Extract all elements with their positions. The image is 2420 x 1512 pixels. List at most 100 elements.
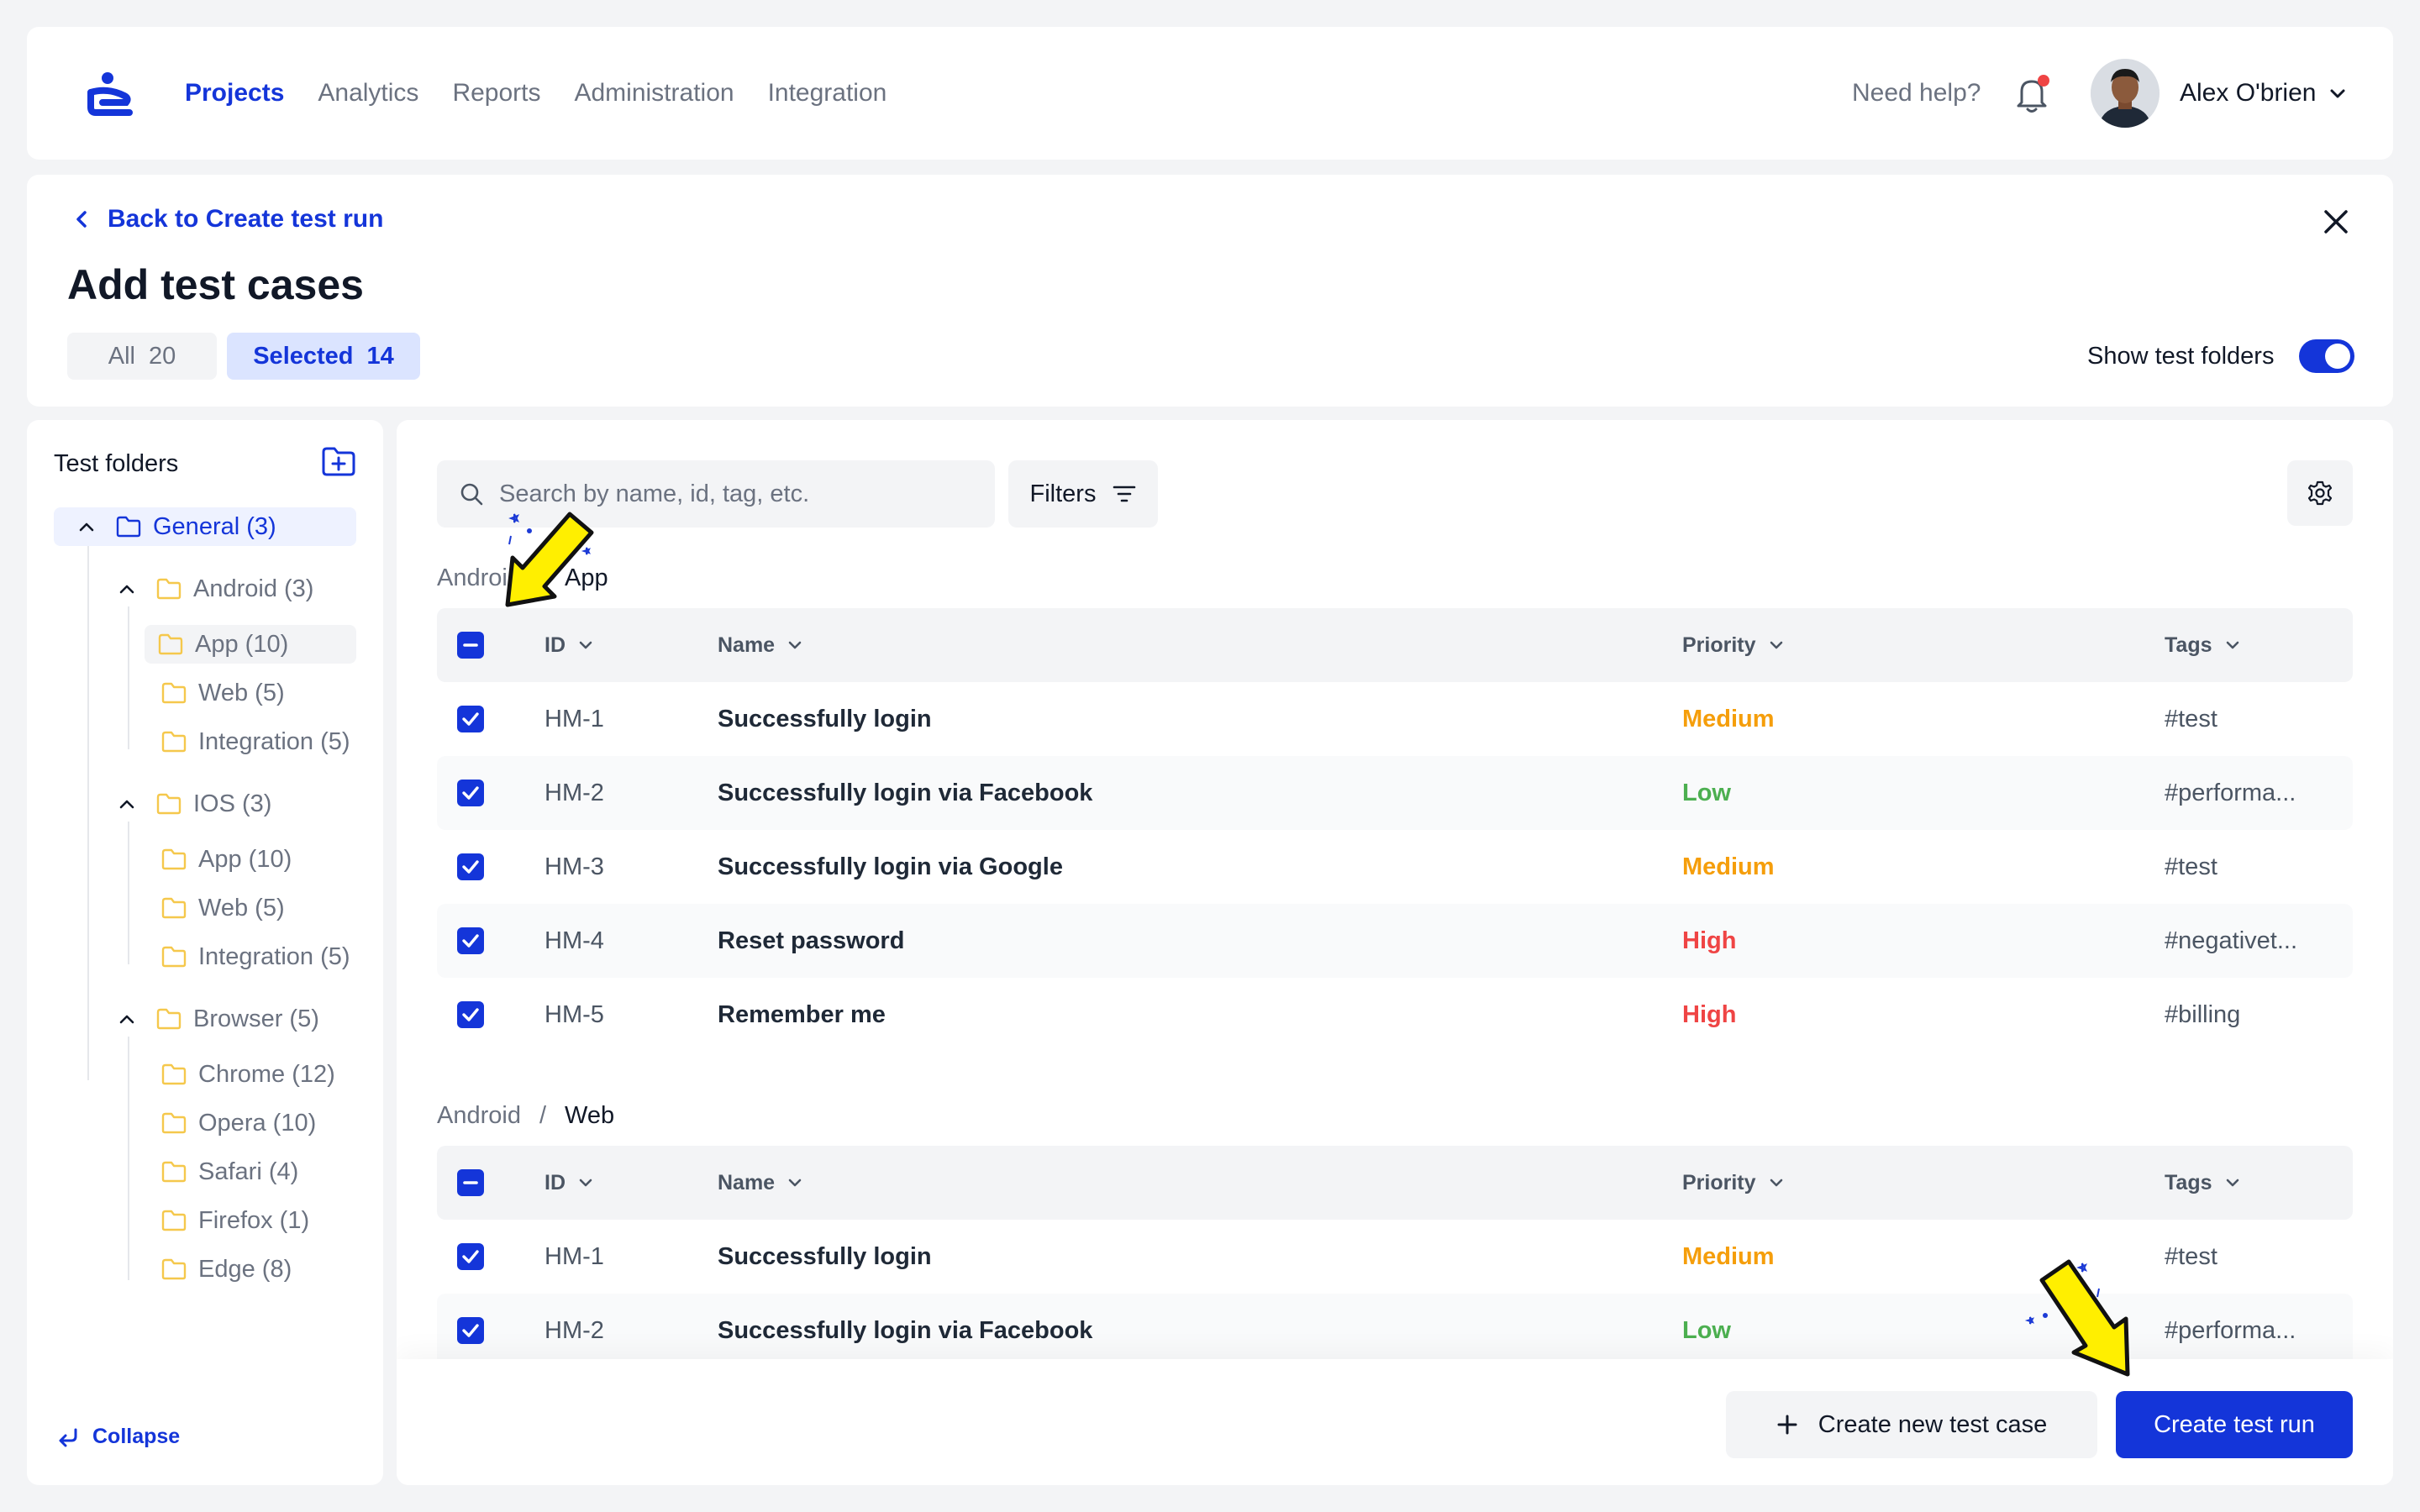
cell-priority: Medium	[1682, 853, 1775, 880]
tab-all-label: All	[108, 342, 135, 370]
row-checkbox[interactable]	[457, 1243, 484, 1270]
chevron-down-icon	[788, 641, 802, 649]
search-box[interactable]	[437, 460, 995, 528]
cell-tags: #test	[2165, 853, 2217, 880]
row-checkbox[interactable]	[457, 927, 484, 954]
row-checkbox[interactable]	[457, 853, 484, 880]
chevron-up-icon	[79, 522, 94, 532]
close-icon[interactable]	[2317, 203, 2354, 240]
folder-browser-chrome[interactable]: Chrome (12)	[161, 1055, 363, 1094]
folder-browser-edge[interactable]: Edge (8)	[161, 1250, 363, 1289]
user-menu[interactable]: Alex O'brien	[2180, 27, 2348, 160]
folder-icon	[161, 1063, 187, 1085]
create-test-run-button[interactable]: Create test run	[2116, 1391, 2353, 1458]
column-name-header[interactable]: Name	[718, 608, 803, 682]
filters-button[interactable]: Filters	[1008, 460, 1158, 528]
breadcrumb-current: Web	[565, 1102, 615, 1129]
cell-name[interactable]: Successfully login via Facebook	[718, 756, 1092, 830]
breadcrumb-separator: /	[539, 564, 547, 591]
cell-name[interactable]: Remember me	[718, 978, 886, 1052]
folder-ios-web[interactable]: Web (5)	[161, 889, 363, 927]
user-name: Alex O'brien	[2180, 79, 2317, 107]
folder-browser-label: Browser (5)	[193, 1005, 319, 1032]
breadcrumb-parent[interactable]: Android	[437, 1102, 521, 1130]
folder-ios-integration[interactable]: Integration (5)	[161, 937, 380, 976]
nav-projects[interactable]: Projects	[185, 79, 284, 108]
column-name-header[interactable]: Name	[718, 1146, 803, 1220]
breadcrumb-parent[interactable]: Android	[437, 564, 521, 592]
test-cases-panel: Filters Android / App ID Name Priority Tags HM-…	[397, 420, 2393, 1485]
table-settings-button[interactable]	[2287, 460, 2353, 526]
folder-android[interactable]: Android (3)	[118, 570, 361, 608]
folder-browser-firefox[interactable]: Firefox (1)	[161, 1201, 363, 1240]
app-logo-icon[interactable]	[79, 71, 136, 118]
folder-browser[interactable]: Browser (5)	[118, 1000, 361, 1038]
row-checkbox[interactable]	[457, 1001, 484, 1028]
folder-browser-safari[interactable]: Safari (4)	[161, 1152, 363, 1191]
table-row[interactable]: HM-1 Successfully login Medium #test	[437, 682, 2353, 756]
create-case-label: Create new test case	[1818, 1410, 2048, 1438]
row-checkbox[interactable]	[457, 1317, 484, 1344]
folder-android-app[interactable]: App (10)	[145, 625, 356, 664]
folder-ios[interactable]: IOS (3)	[118, 785, 361, 823]
nav-reports[interactable]: Reports	[452, 79, 540, 108]
folder-browser-opera[interactable]: Opera (10)	[161, 1104, 363, 1142]
nav-administration[interactable]: Administration	[574, 79, 734, 108]
table-row[interactable]: HM-1 Successfully login Medium #test	[437, 1220, 2353, 1294]
folder-label: App (10)	[198, 845, 292, 873]
notification-bell-icon[interactable]	[2015, 74, 2052, 114]
folder-ios-app[interactable]: App (10)	[161, 840, 363, 879]
table-row[interactable]: HM-5 Remember me High #billing	[437, 978, 2353, 1052]
collapse-sidebar-button[interactable]: Collapse	[57, 1425, 180, 1449]
folder-label: Firefox (1)	[198, 1206, 310, 1234]
row-checkbox[interactable]	[457, 780, 484, 806]
column-priority-header[interactable]: Priority	[1682, 608, 1785, 682]
plus-icon	[1777, 1415, 1797, 1435]
cell-tags: #test	[2165, 705, 2217, 732]
cell-name[interactable]: Successfully login via Facebook	[718, 1294, 1092, 1368]
top-navigation: Projects Analytics Reports Administratio…	[27, 27, 2393, 160]
folder-icon	[161, 731, 187, 753]
main-nav: Projects Analytics Reports Administratio…	[185, 27, 886, 160]
search-input[interactable]	[499, 480, 970, 508]
row-checkbox[interactable]	[457, 706, 484, 732]
folder-label: Web (5)	[198, 679, 285, 706]
chevron-down-icon	[2226, 1179, 2238, 1187]
column-tags-header[interactable]: Tags	[2165, 608, 2241, 682]
show-folders-toggle[interactable]	[2299, 339, 2354, 373]
folder-android-web[interactable]: Web (5)	[161, 674, 363, 712]
back-link[interactable]: Back to Create test run	[74, 205, 383, 234]
create-new-test-case-button[interactable]: Create new test case	[1726, 1391, 2097, 1458]
page-header: Back to Create test run Add test cases A…	[27, 175, 2393, 407]
table-row[interactable]: HM-2 Successfully login via Facebook Low #p…	[437, 1294, 2353, 1368]
table-row[interactable]: HM-2 Successfully login via Facebook Low #p…	[437, 756, 2353, 830]
user-avatar[interactable]	[2091, 59, 2160, 128]
folder-icon	[161, 946, 187, 968]
tab-all[interactable]: All 20	[67, 333, 217, 380]
table-row[interactable]: HM-3 Successfully login via Google Medium #…	[437, 830, 2353, 904]
select-all-checkbox[interactable]	[457, 632, 484, 659]
need-help-link[interactable]: Need help?	[1852, 27, 1981, 160]
nav-analytics[interactable]: Analytics	[318, 79, 418, 108]
column-id-header[interactable]: ID	[544, 608, 594, 682]
folder-android-integration[interactable]: Integration (5)	[161, 722, 380, 761]
table-header: ID Name Priority Tags	[437, 608, 2353, 682]
select-all-checkbox[interactable]	[457, 1169, 484, 1196]
nav-integration[interactable]: Integration	[768, 79, 887, 108]
cell-name[interactable]: Successfully login via Google	[718, 830, 1063, 904]
cell-tags: #test	[2165, 1242, 2217, 1270]
folder-general[interactable]: General (3)	[54, 507, 356, 546]
cell-name[interactable]: Reset password	[718, 904, 904, 978]
create-run-label: Create test run	[2154, 1410, 2315, 1438]
folder-icon	[156, 793, 182, 815]
table-row[interactable]: HM-4 Reset password High #negativet...	[437, 904, 2353, 978]
column-tags-header[interactable]: Tags	[2165, 1146, 2241, 1220]
folder-general-label: General (3)	[153, 512, 276, 540]
cell-name[interactable]: Successfully login	[718, 682, 932, 756]
column-id-header[interactable]: ID	[544, 1146, 594, 1220]
cell-name[interactable]: Successfully login	[718, 1220, 932, 1294]
add-folder-icon[interactable]	[321, 445, 356, 477]
column-priority-header[interactable]: Priority	[1682, 1146, 1785, 1220]
tab-selected[interactable]: Selected 14	[227, 333, 420, 380]
cell-id: HM-2	[544, 1316, 604, 1344]
